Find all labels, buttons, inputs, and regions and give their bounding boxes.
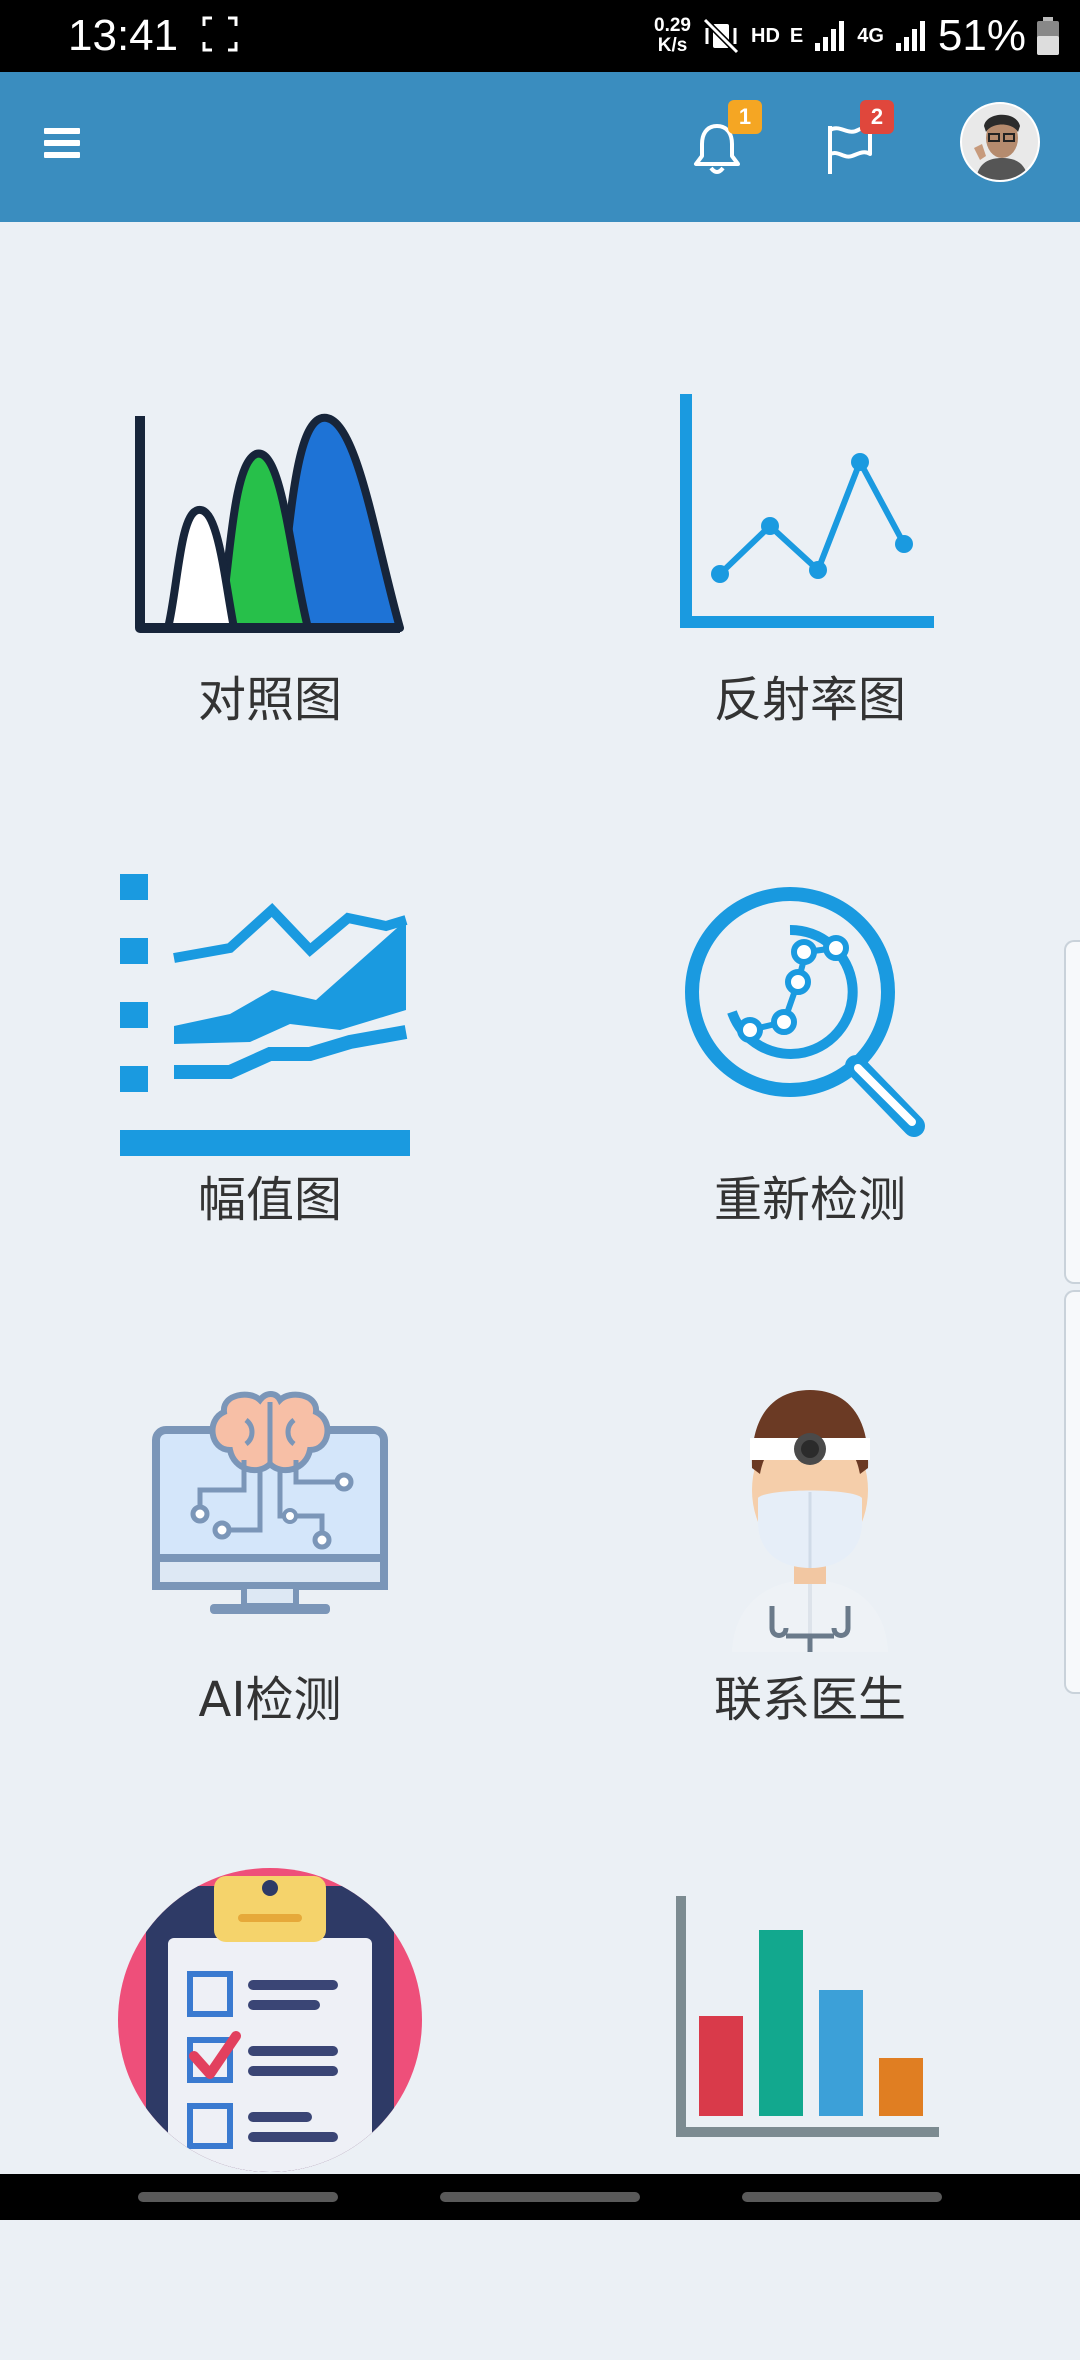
doctor-icon (732, 1390, 888, 1652)
signal-icon (815, 21, 845, 51)
tile-comparison-chart[interactable]: 对照图 (0, 360, 540, 860)
network-type-1: E (789, 24, 804, 47)
tile-label: 幅值图 (197, 1172, 342, 1228)
tile-label: 反射率图 (713, 672, 906, 728)
tile-checklist[interactable] (0, 1860, 540, 2360)
tile-label: AI检测 (198, 1672, 342, 1728)
tile-ai-detection[interactable]: AI检测 (0, 1360, 540, 1860)
notifications-badge: 1 (728, 100, 762, 134)
network-speed: 0.29 K/s (654, 16, 691, 56)
tile-label: 联系医生 (713, 1672, 906, 1728)
network-speed-unit: K/s (657, 35, 688, 56)
tile-contact-doctor[interactable]: 联系医生 (540, 1360, 1080, 1860)
screenshot-icon (202, 16, 238, 52)
status-indicators: 0.29 K/s HD E 4G 51% (654, 0, 1060, 72)
hamburger-icon[interactable] (44, 128, 80, 158)
area-chart-icon (120, 874, 410, 1156)
status-time: 13:41 (68, 11, 179, 60)
magnifier-icon (685, 887, 925, 1137)
navigation-bar (0, 2174, 1080, 2220)
app-bar: 1 2 (0, 72, 1080, 222)
edge-panel-handle[interactable] (1064, 940, 1080, 1284)
nav-home-button[interactable] (440, 2192, 640, 2202)
overlapping-peaks-chart-icon (135, 413, 404, 633)
edge-panel-handle-2[interactable] (1064, 1290, 1080, 1694)
user-photo-icon (962, 104, 1038, 180)
ai-brain-monitor-icon (152, 1391, 388, 1614)
network-type-2: 4G (857, 24, 884, 47)
nav-back-button[interactable] (742, 2192, 942, 2202)
tile-redetect[interactable]: 重新检测 (540, 860, 1080, 1360)
tile-reflectance-chart[interactable]: 反射率图 (540, 360, 1080, 860)
avatar[interactable] (960, 102, 1040, 182)
flags-badge: 2 (860, 100, 894, 134)
tile-amplitude-chart[interactable]: 幅值图 (0, 860, 540, 1360)
hd-indicator: HD (751, 24, 780, 47)
tile-label: 对照图 (197, 672, 342, 728)
battery-icon (1037, 17, 1059, 55)
nav-recents-button[interactable] (138, 2192, 338, 2202)
signal-icon-2 (895, 21, 925, 51)
tile-label: 重新检测 (713, 1172, 906, 1228)
bar-chart-icon (676, 1896, 939, 2137)
tile-bar-chart[interactable] (540, 1860, 1080, 2360)
battery-percent: 51% (937, 11, 1026, 60)
status-bar: 13:41 0.29 K/s HD E 4G 51% (0, 0, 1080, 72)
vibrate-mute-icon (702, 17, 740, 55)
network-speed-value: 0.29 (654, 15, 691, 36)
clipboard-checklist-icon (118, 1868, 422, 2172)
line-chart-icon (680, 394, 934, 628)
